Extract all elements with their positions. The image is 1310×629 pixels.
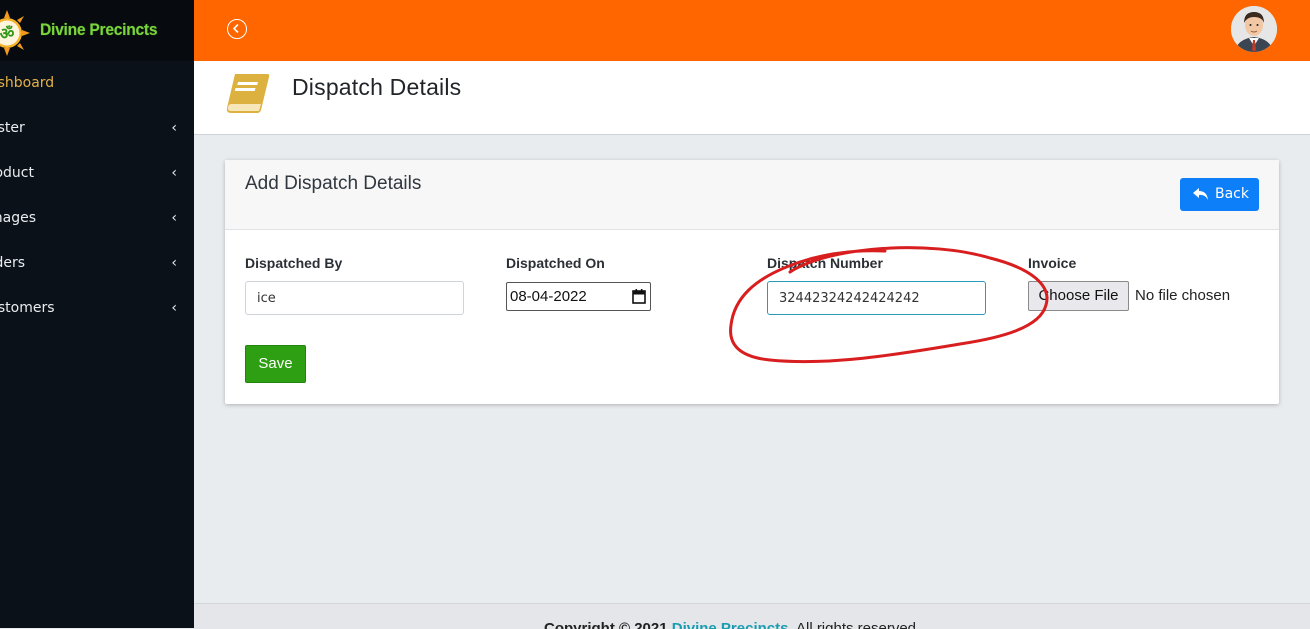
dispatched-on-value: 08-04-2022	[510, 288, 587, 305]
dispatch-number-label: Dispatch Number	[767, 255, 883, 271]
chevron-left-circle-icon	[232, 23, 239, 34]
sidebar-item-label: roduct	[0, 165, 34, 181]
card-header: Add Dispatch Details Back	[225, 160, 1279, 230]
user-avatar[interactable]	[1231, 6, 1277, 52]
sidebar-item-product[interactable]: roduct ‹	[0, 151, 194, 196]
chevron-left-icon: ‹	[171, 120, 177, 136]
dispatched-on-label: Dispatched On	[506, 255, 605, 271]
card-title: Add Dispatch Details	[245, 173, 422, 194]
book-icon	[226, 74, 270, 113]
chevron-left-icon: ‹	[171, 255, 177, 271]
sidebar-item-label: ashboard	[0, 75, 55, 91]
sidebar-item-master[interactable]: aster ‹	[0, 106, 194, 151]
dispatched-on-date-input[interactable]: 08-04-2022	[506, 282, 651, 311]
sidebar-item-customers[interactable]: ustomers ‹	[0, 286, 194, 331]
back-button[interactable]: Back	[1180, 178, 1259, 211]
sidebar-item-dashboard[interactable]: ashboard	[0, 61, 194, 106]
brand[interactable]: ॐ Divine Precincts	[0, 0, 194, 61]
sidebar: ॐ Divine Precincts ashboard aster ‹ rodu…	[0, 0, 194, 628]
page-header: Dispatch Details	[194, 61, 1310, 135]
calendar-icon[interactable]	[632, 289, 646, 304]
sidebar-item-label: mages	[0, 210, 37, 226]
page-title: Dispatch Details	[292, 74, 462, 100]
chevron-left-icon: ‹	[171, 300, 177, 316]
sidebar-item-label: ustomers	[0, 300, 55, 316]
footer: Copyright © 2021 Divine Precincts. All r…	[194, 603, 1310, 629]
reply-arrow-icon	[1193, 188, 1208, 200]
sidebar-item-label: rders	[0, 255, 26, 271]
choose-file-button[interactable]: Choose File	[1028, 281, 1129, 311]
chevron-left-icon: ‹	[171, 165, 177, 181]
back-button-label: Back	[1215, 186, 1249, 202]
svg-text:ॐ: ॐ	[0, 24, 15, 43]
brand-name: Divine Precincts	[40, 20, 158, 39]
file-status-text: No file chosen	[1135, 287, 1231, 304]
dispatched-by-label: Dispatched By	[245, 255, 343, 271]
sidebar-item-orders[interactable]: rders ‹	[0, 241, 194, 286]
om-sun-logo-icon: ॐ	[0, 10, 30, 56]
chevron-left-icon: ‹	[171, 210, 177, 226]
invoice-label: Invoice	[1028, 255, 1077, 271]
dispatch-form-card: Add Dispatch Details Back Dispatched By …	[225, 160, 1279, 404]
user-avatar-icon	[1231, 6, 1277, 52]
sidebar-item-images[interactable]: mages ‹	[0, 196, 194, 241]
sidebar-toggle-button[interactable]	[227, 19, 247, 39]
top-bar	[194, 0, 1310, 61]
sidebar-nav: ashboard aster ‹ roduct ‹ mages ‹ rders …	[0, 61, 194, 331]
dispatch-number-input[interactable]	[767, 281, 986, 315]
dispatched-by-input[interactable]	[245, 281, 464, 315]
sidebar-item-label: aster	[0, 120, 25, 136]
save-button[interactable]: Save	[245, 345, 306, 383]
